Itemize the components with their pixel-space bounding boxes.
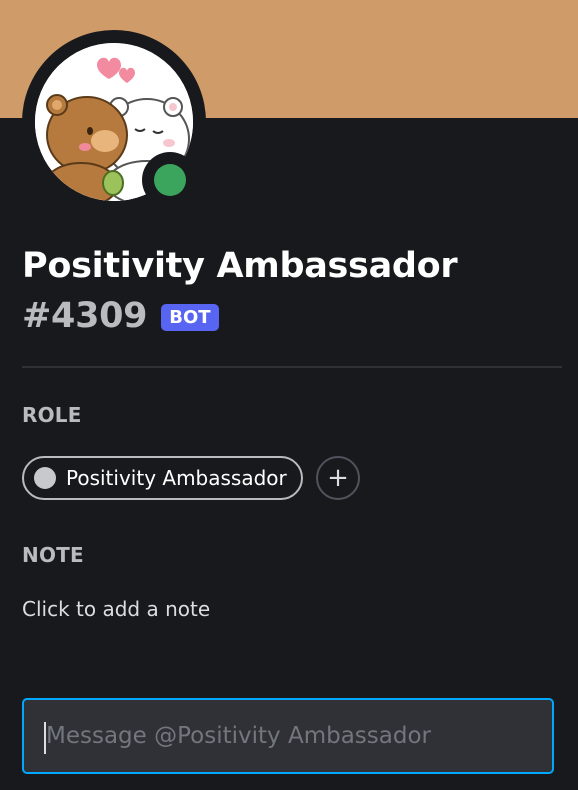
role-color-dot[interactable] [34, 467, 56, 489]
status-indicator [142, 152, 198, 208]
user-profile-popout: Positivity Ambassador #4309 BOT ROLE Pos… [0, 0, 578, 790]
display-name: Positivity Ambassador [22, 246, 458, 286]
note-field[interactable]: Click to add a note [22, 597, 210, 621]
online-status-icon [154, 164, 186, 196]
add-role-button[interactable]: + [316, 456, 360, 500]
discriminator: #4309 [22, 296, 148, 336]
role-pill[interactable]: Positivity Ambassador [22, 456, 303, 500]
role-name: Positivity Ambassador [66, 466, 287, 490]
plus-icon: + [327, 463, 349, 493]
bot-badge: BOT [161, 303, 219, 331]
divider [22, 366, 562, 368]
note-section-title: NOTE [22, 543, 84, 567]
message-input-container[interactable] [22, 698, 554, 774]
role-section-title: ROLE [22, 403, 82, 427]
message-input[interactable] [46, 700, 546, 772]
user-tag-row: #4309 BOT [22, 296, 219, 336]
